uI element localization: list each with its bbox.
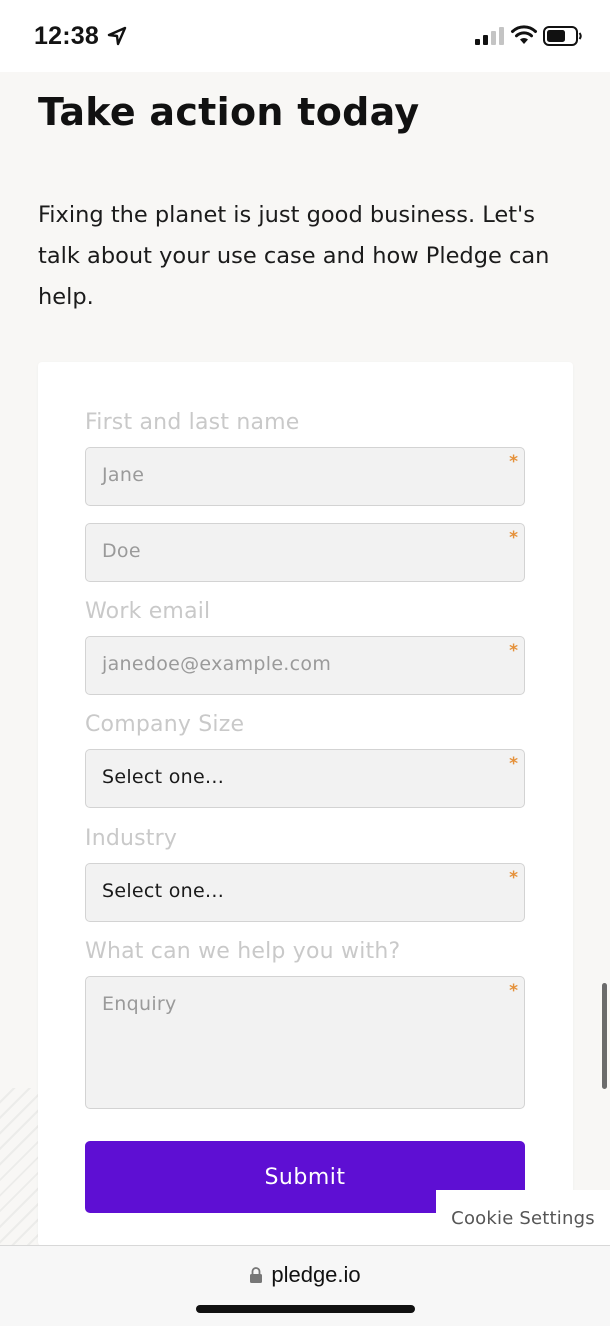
enquiry-placeholder: Enquiry [102,993,177,1015]
status-bar: 12:38 [0,0,610,72]
email-label: Work email [85,599,211,624]
required-asterisk-icon: * [509,641,518,661]
url-text: pledge.io [271,1262,361,1287]
help-label: What can we help you with? [85,939,401,964]
scroll-indicator[interactable] [602,983,607,1089]
home-indicator[interactable] [196,1305,415,1313]
required-asterisk-icon: * [509,868,518,888]
url-display[interactable]: pledge.io [0,1262,610,1288]
email-placeholder: janedoe@example.com [102,653,332,675]
required-asterisk-icon: * [509,754,518,774]
last-name-field[interactable]: Doe * [85,523,525,582]
required-asterisk-icon: * [509,981,518,1001]
industry-label: Industry [85,826,178,851]
industry-value: Select one... [102,880,225,902]
status-time: 12:38 [34,22,99,50]
browser-address-bar: pledge.io [0,1245,610,1326]
intro-text: Fixing the planet is just good business.… [38,202,550,310]
email-field[interactable]: janedoe@example.com * [85,636,525,695]
required-asterisk-icon: * [509,452,518,472]
cellular-signal-icon [475,27,504,45]
decorative-hatch [0,1088,38,1245]
enquiry-textarea[interactable]: Enquiry * [85,976,525,1109]
cookie-settings-button[interactable]: Cookie Settings [436,1190,610,1246]
wifi-icon [511,25,537,44]
company-size-label: Company Size [85,712,245,737]
required-asterisk-icon: * [509,528,518,548]
first-name-placeholder: Jane [102,464,145,486]
company-size-select[interactable]: Select one... * [85,749,525,808]
location-arrow-icon [107,26,127,46]
battery-icon [543,26,582,46]
last-name-placeholder: Doe [102,540,141,562]
company-size-value: Select one... [102,766,225,788]
industry-select[interactable]: Select one... * [85,863,525,922]
page-title: Take action today [38,90,420,134]
lock-icon [250,1267,263,1283]
name-label: First and last name [85,410,300,435]
first-name-field[interactable]: Jane * [85,447,525,506]
